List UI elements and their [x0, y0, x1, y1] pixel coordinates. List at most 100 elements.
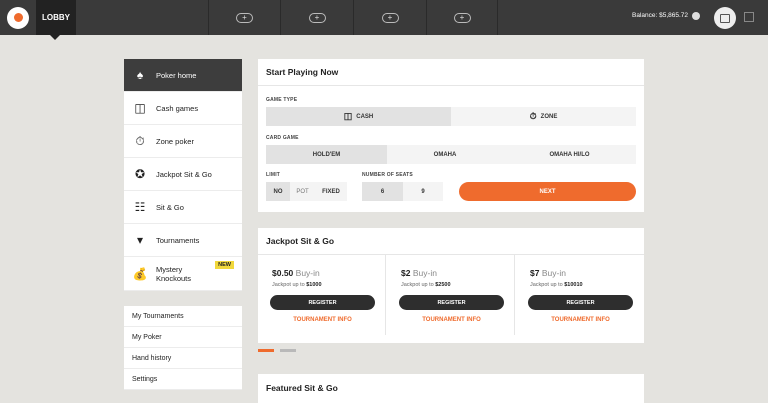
jackpot-sit-go-card: Jackpot Sit & Go $0.50 Buy-in Jackpot up… [258, 228, 644, 343]
card-game-omaha-hilo[interactable]: OMAHA HI/LO [503, 145, 636, 164]
buyin-price: $2 Buy-in [401, 268, 437, 278]
sidebar-item-tournaments[interactable]: ▾ Tournaments [124, 224, 242, 257]
card-title: Start Playing Now [258, 59, 644, 86]
link-hand-history[interactable]: Hand history [124, 348, 242, 369]
chip-stack-icon: ☷ [134, 200, 146, 214]
jackpot-chip-icon: ✪ [134, 167, 146, 181]
card-game-selector: HOLD'EM OMAHA OMAHA HI/LO [266, 145, 636, 164]
sidebar-item-label: Zone poker [156, 136, 194, 146]
balance-display: Balance: $5,865.72 [632, 12, 689, 19]
game-type-zone[interactable]: ⏱ ZONE [451, 107, 636, 126]
tournament-info-link[interactable]: TOURNAMENT INFO [399, 317, 504, 323]
sidebar-item-label: Jackpot Sit & Go [156, 169, 212, 179]
trophy-icon: ▾ [136, 233, 144, 247]
option-label: CASH [356, 113, 374, 120]
sidebar-item-label: Cash games [156, 103, 199, 113]
sidebar-links: My Tournaments My Poker Hand history Set… [124, 306, 242, 390]
lobby-view-button[interactable] [714, 7, 736, 29]
sidebar-item-sit-go[interactable]: ☷ Sit & Go [124, 191, 242, 224]
seats-9[interactable]: 9 [403, 182, 443, 201]
logo[interactable] [0, 0, 36, 35]
sidebar-item-label: Sit & Go [156, 202, 184, 212]
register-button[interactable]: REGISTER [399, 295, 504, 310]
chips-icon: ◫ [134, 101, 146, 115]
card-game-label: CARD GAME [266, 135, 299, 141]
stopwatch-icon: ⏱ [135, 134, 145, 148]
jackpot-amount: Jackpot up to $2500 [401, 282, 451, 288]
card-game-holdem[interactable]: HOLD'EM [266, 145, 387, 164]
tournament-info-link[interactable]: TOURNAMENT INFO [528, 317, 633, 323]
label-line-2: Knockouts [156, 273, 192, 283]
price-value: $7 [530, 268, 540, 278]
top-bar: LOBBY + + + + Balance: $5,865.72 [0, 0, 768, 35]
new-badge: NEW [215, 261, 234, 269]
limit-selector: NO POT FIXED [266, 182, 347, 201]
jackpot-prefix: Jackpot up to [530, 282, 563, 288]
add-table-icon: + [381, 12, 399, 23]
jackpot-offer: $0.50 Buy-in Jackpot up to $1000 REGISTE… [258, 255, 386, 335]
seats-selector: 6 9 [362, 182, 443, 201]
jackpot-offer: $2 Buy-in Jackpot up to $2500 REGISTER T… [387, 255, 515, 335]
table-slot-3[interactable]: + [353, 0, 426, 35]
carousel-dot[interactable] [280, 349, 296, 352]
window-icon [720, 13, 730, 23]
add-table-icon: + [308, 12, 326, 23]
limit-pot[interactable]: POT [290, 182, 315, 201]
card-title: Featured Sit & Go [266, 382, 338, 393]
link-my-poker[interactable]: My Poker [124, 327, 242, 348]
register-button[interactable]: REGISTER [528, 295, 633, 310]
sidebar-item-mystery-knockouts[interactable]: 💰 Mystery Knockouts NEW [124, 257, 242, 291]
link-settings[interactable]: Settings [124, 369, 242, 390]
register-button[interactable]: REGISTER [270, 295, 375, 310]
jackpot-amount: Jackpot up to $10010 [530, 282, 583, 288]
game-type-selector: ◫ CASH ⏱ ZONE [266, 107, 636, 126]
add-table-icon: + [453, 12, 471, 23]
label-line-1: Mystery [156, 264, 183, 274]
limit-no[interactable]: NO [266, 182, 290, 201]
sidebar-item-cash-games[interactable]: ◫ Cash games [124, 92, 242, 125]
cash-icon: ◫ [343, 111, 353, 121]
sidebar-item-zone-poker[interactable]: ⏱ Zone poker [124, 125, 242, 158]
cards-icon: ♠ [136, 68, 144, 82]
refresh-balance-icon[interactable] [692, 12, 700, 20]
buyin-label: Buy-in [541, 268, 566, 278]
card-title: Jackpot Sit & Go [258, 228, 644, 255]
seats-label: NUMBER OF SEATS [362, 172, 413, 178]
lobby-tab-pointer [50, 35, 60, 40]
buyin-label: Buy-in [295, 268, 320, 278]
sidebar-item-poker-home[interactable]: ♠ Poker home [124, 59, 242, 92]
jackpot-value: $2500 [435, 282, 451, 288]
jackpot-prefix: Jackpot up to [401, 282, 434, 288]
limit-label: LIMIT [266, 172, 281, 178]
table-slot-4[interactable]: + [426, 0, 498, 35]
jackpot-amount: Jackpot up to $1000 [272, 282, 322, 288]
buyin-price: $7 Buy-in [530, 268, 566, 278]
price-value: $2 [401, 268, 411, 278]
buyin-label: Buy-in [412, 268, 437, 278]
sidebar-item-label: Tournaments [156, 235, 200, 245]
grid-icon[interactable] [744, 12, 754, 22]
jackpot-prefix: Jackpot up to [272, 282, 305, 288]
carousel-dots [258, 349, 296, 352]
sidebar-item-jackpot-sit-go[interactable]: ✪ Jackpot Sit & Go [124, 158, 242, 191]
link-my-tournaments[interactable]: My Tournaments [124, 306, 242, 327]
sidebar-nav: ♠ Poker home ◫ Cash games ⏱ Zone poker ✪… [124, 59, 242, 291]
table-slot-1[interactable]: + [208, 0, 280, 35]
tab-lobby[interactable]: LOBBY [36, 0, 76, 35]
stopwatch-icon: ⏱ [529, 111, 537, 121]
limit-fixed[interactable]: FIXED [315, 182, 347, 201]
jackpot-value: $1000 [306, 282, 322, 288]
next-button[interactable]: NEXT [459, 182, 636, 201]
sidebar-item-label: Poker home [156, 70, 197, 80]
tournament-info-link[interactable]: TOURNAMENT INFO [270, 317, 375, 323]
sidebar-item-label: Mystery Knockouts [156, 265, 191, 283]
start-playing-card: Start Playing Now GAME TYPE ◫ CASH ⏱ ZON… [258, 59, 644, 212]
price-value: $0.50 [272, 268, 294, 278]
logo-icon [7, 6, 29, 29]
game-type-cash[interactable]: ◫ CASH [266, 107, 451, 126]
carousel-dot-active[interactable] [258, 349, 274, 352]
add-table-icon: + [236, 12, 253, 23]
card-game-omaha[interactable]: OMAHA [387, 145, 503, 164]
table-slot-2[interactable]: + [280, 0, 353, 35]
seats-6[interactable]: 6 [362, 182, 403, 201]
